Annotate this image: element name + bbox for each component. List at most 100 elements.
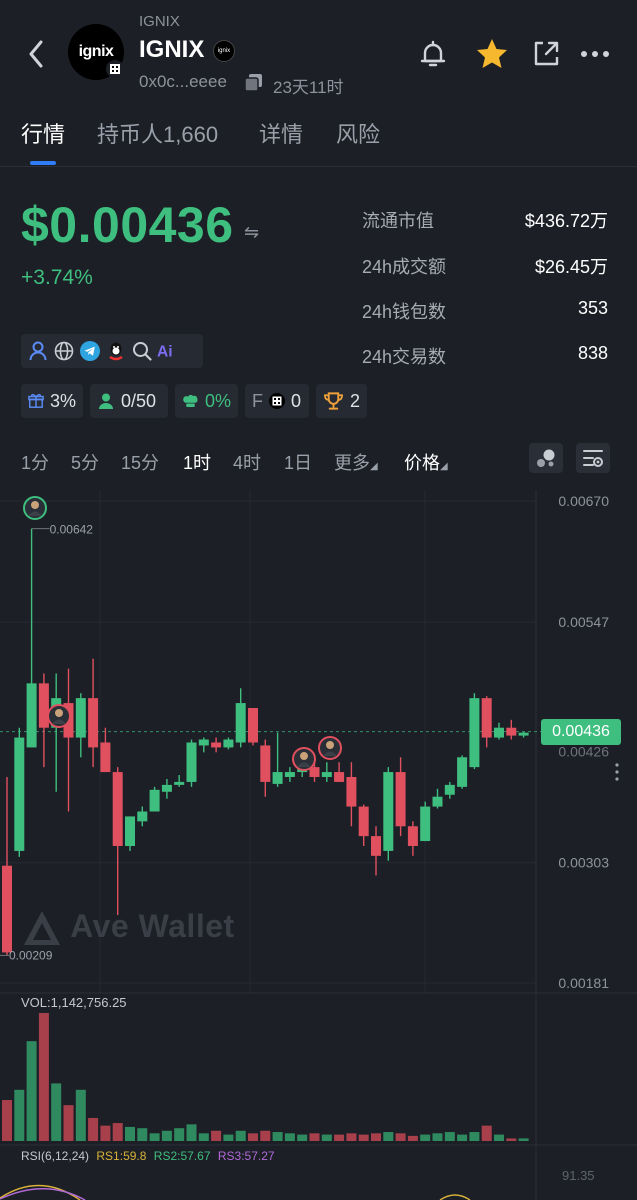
- volume-bar: [38, 1013, 49, 1141]
- candle-body: [88, 698, 99, 748]
- volume-bar: [137, 1128, 148, 1141]
- more-icon[interactable]: [577, 36, 613, 72]
- gift-icon: [28, 393, 44, 408]
- candle-body: [358, 806, 369, 837]
- social-links: Ai: [21, 334, 203, 368]
- holders-chip[interactable]: 0/50: [90, 384, 168, 418]
- volume-bar: [272, 1132, 283, 1141]
- globe-icon[interactable]: [53, 340, 75, 362]
- stat-label-trades: 24h交易数: [362, 347, 447, 367]
- active-tab-indicator: [30, 161, 56, 165]
- candle-body: [444, 784, 455, 795]
- qq-icon[interactable]: [105, 340, 127, 362]
- chef-chip[interactable]: 0%: [175, 384, 238, 418]
- gift-chip[interactable]: 3%: [21, 384, 83, 418]
- back-button[interactable]: [18, 32, 54, 76]
- star-icon[interactable]: [474, 36, 510, 72]
- stat-label-volume: 24h成交额: [362, 257, 447, 277]
- candle-body: [457, 757, 468, 787]
- tf-1h[interactable]: 1时: [183, 449, 211, 475]
- volume-bar: [63, 1105, 74, 1141]
- tf-1m[interactable]: 1分: [21, 449, 49, 475]
- candle-body: [432, 796, 443, 807]
- chart-settings-button[interactable]: [576, 443, 610, 473]
- volume-bar: [75, 1089, 86, 1141]
- volume-label: VOL:1,142,756.25: [21, 995, 127, 1010]
- copy-icon[interactable]: [243, 72, 265, 99]
- f-chip[interactable]: F 0: [245, 384, 309, 418]
- rsi-rs1: RS1:59.8: [96, 1149, 147, 1163]
- stat-label-wallets: 24h钱包数: [362, 302, 447, 322]
- search-icon[interactable]: [131, 340, 153, 362]
- y-axis-label: 0.00303: [558, 855, 609, 871]
- volume-bar: [174, 1128, 185, 1141]
- bell-icon[interactable]: [415, 36, 451, 72]
- swap-icon[interactable]: ⇋: [244, 222, 259, 243]
- token-logo: ignix: [68, 24, 124, 80]
- price-chart[interactable]: 0.00670 0.00547 0.00303 0.00181 0.00426 0.006…: [0, 490, 637, 1200]
- y-axis-label: 0.00670: [558, 493, 609, 509]
- handle-dot: [615, 777, 619, 781]
- candle-body: [395, 772, 406, 827]
- volume-bar: [481, 1125, 492, 1141]
- indicator-button[interactable]: [529, 443, 563, 473]
- tab-holders[interactable]: 持币人1,660: [97, 117, 218, 149]
- candle-body: [260, 745, 271, 782]
- svg-text:Ai: Ai: [157, 344, 173, 361]
- tf-price-label: 价格: [404, 453, 440, 473]
- trophy-chip[interactable]: 2: [316, 384, 367, 418]
- share-icon[interactable]: [528, 36, 564, 72]
- tf-more-label: 更多: [334, 453, 370, 473]
- volume-bar: [88, 1117, 99, 1141]
- candle-body: [223, 739, 234, 748]
- candle-body: [371, 836, 381, 856]
- tf-price[interactable]: 价格◢: [404, 449, 448, 475]
- rsi-axis-value: 91.35: [562, 1168, 595, 1183]
- tab-details[interactable]: 详情: [259, 117, 303, 149]
- user-icon[interactable]: [27, 340, 49, 362]
- rsi-rs3: RS3:57.27: [217, 1149, 275, 1163]
- tf-4h[interactable]: 4时: [233, 449, 261, 475]
- candle-body: [235, 703, 246, 743]
- volume-bar: [51, 1083, 62, 1141]
- volume-bar: [506, 1138, 517, 1141]
- token-badge-icon: ignix: [213, 40, 235, 62]
- trade-marker-icon-face: [31, 501, 39, 509]
- volume-bar: [334, 1134, 345, 1141]
- candle-body: [494, 727, 504, 738]
- volume-bar: [248, 1133, 258, 1141]
- volume-bar: [383, 1132, 394, 1141]
- ai-icon[interactable]: Ai: [157, 340, 179, 362]
- tf-1d[interactable]: 1日: [284, 449, 312, 475]
- tab-risk[interactable]: 风险: [336, 117, 380, 149]
- candle-body: [2, 865, 12, 953]
- trophy-icon: [324, 392, 343, 410]
- candle-body: [100, 742, 111, 773]
- volume-bar: [26, 1041, 37, 1141]
- tab-market[interactable]: 行情: [21, 117, 65, 149]
- telegram-icon[interactable]: [79, 340, 101, 362]
- volume-bar: [432, 1133, 443, 1141]
- trade-marker-icon-face: [55, 709, 63, 717]
- volume-bar: [494, 1134, 504, 1141]
- volume-bar: [457, 1134, 468, 1141]
- volume-bar: [211, 1130, 222, 1141]
- candle-body: [420, 806, 431, 842]
- chevron-left-icon: [29, 40, 43, 68]
- settings-sliders-icon: [583, 450, 603, 467]
- candle-body: [26, 683, 37, 748]
- y-axis-label: 0.00181: [558, 975, 609, 991]
- tf-5m[interactable]: 5分: [71, 449, 99, 475]
- volume-bar: [14, 1089, 25, 1141]
- tf-more[interactable]: 更多◢: [334, 449, 378, 475]
- y-axis-label: 0.00547: [558, 614, 609, 630]
- tf-15m[interactable]: 15分: [121, 449, 159, 475]
- watermark-text: Ave Wallet: [70, 908, 235, 944]
- bubbles-icon: [537, 449, 555, 467]
- candle-body: [125, 816, 135, 846]
- volume-bar: [260, 1130, 271, 1141]
- candle-body: [506, 727, 517, 736]
- f-chip-value: 0: [291, 390, 302, 411]
- volume-bar: [407, 1135, 418, 1141]
- volume-bar: [284, 1133, 295, 1141]
